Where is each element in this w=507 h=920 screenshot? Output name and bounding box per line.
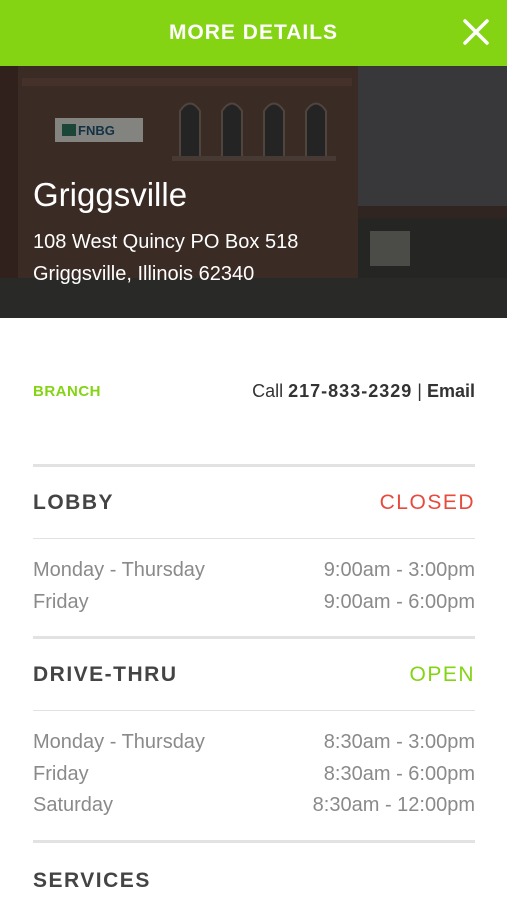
hours-days: Monday - Thursday bbox=[33, 559, 205, 582]
lobby-header: LOBBY CLOSED bbox=[33, 467, 475, 538]
hours-days: Monday - Thursday bbox=[33, 731, 205, 754]
details-content: BRANCH Call 217-833-2329 | Email LOBBY C… bbox=[33, 318, 475, 920]
contact-separator: | bbox=[417, 380, 422, 401]
services-title: SERVICES bbox=[33, 869, 151, 892]
drive-thru-title: DRIVE-THRU bbox=[33, 662, 178, 686]
branch-label: BRANCH bbox=[33, 382, 101, 400]
phone-link[interactable]: 217-833-2329 bbox=[288, 381, 412, 401]
header-bar: MORE DETAILS bbox=[0, 0, 507, 66]
page-title: MORE DETAILS bbox=[168, 21, 339, 44]
hours-row: Monday - Thursday 8:30am - 3:00pm bbox=[33, 727, 475, 759]
call-label: Call bbox=[252, 380, 284, 401]
hours-time: 8:30am - 6:00pm bbox=[323, 762, 475, 785]
hours-time: 9:00am - 3:00pm bbox=[323, 559, 475, 582]
hours-row: Saturday 8:30am - 12:00pm bbox=[33, 790, 475, 822]
hours-days: Friday bbox=[33, 590, 89, 613]
hours-row: Friday 9:00am - 6:00pm bbox=[33, 587, 475, 619]
close-icon[interactable] bbox=[461, 17, 491, 47]
branch-photo: FNBG Griggsville 108 West Quincy PO Box … bbox=[0, 66, 507, 318]
hours-time: 8:30am - 12:00pm bbox=[312, 794, 475, 817]
hours-days: Friday bbox=[33, 762, 89, 785]
hours-days: Saturday bbox=[33, 794, 114, 817]
contact-info: Call 217-833-2329 | Email bbox=[252, 381, 475, 402]
drive-thru-status-badge: OPEN bbox=[409, 662, 475, 686]
address-line-2: Griggsville, Illinois 62340 bbox=[33, 263, 255, 285]
hours-time: 8:30am - 3:00pm bbox=[323, 731, 475, 754]
drive-thru-hours: Monday - Thursday 8:30am - 3:00pm Friday… bbox=[33, 711, 475, 840]
hours-time: 9:00am - 6:00pm bbox=[323, 590, 475, 613]
hours-row: Friday 8:30am - 6:00pm bbox=[33, 759, 475, 791]
lobby-title: LOBBY bbox=[33, 490, 114, 514]
drive-thru-header: DRIVE-THRU OPEN bbox=[33, 639, 475, 710]
lobby-hours: Monday - Thursday 9:00am - 3:00pm Friday… bbox=[33, 539, 475, 636]
hours-row: Monday - Thursday 9:00am - 3:00pm bbox=[33, 555, 475, 587]
address-line-1: 108 West Quincy PO Box 518 bbox=[33, 231, 299, 253]
services-section[interactable]: SERVICES bbox=[33, 843, 475, 920]
lobby-status-badge: CLOSED bbox=[379, 490, 475, 514]
branch-city: Griggsville bbox=[33, 176, 188, 213]
email-link[interactable]: Email bbox=[427, 381, 475, 401]
branch-row: BRANCH Call 217-833-2329 | Email bbox=[33, 318, 475, 464]
